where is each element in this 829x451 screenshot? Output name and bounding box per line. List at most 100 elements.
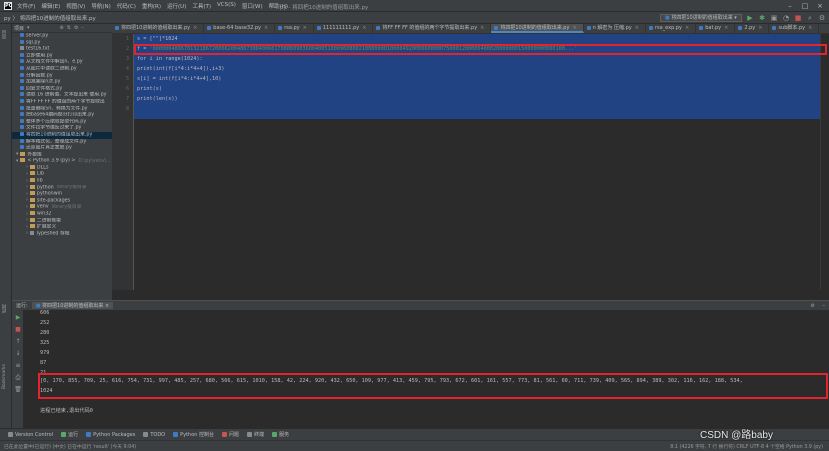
menu-item[interactable]: 重构(R) bbox=[142, 2, 161, 10]
tree-item[interactable]: server.py bbox=[12, 33, 112, 40]
tree-item[interactable]: 回复文件格式.py bbox=[12, 85, 112, 93]
tab-close-icon[interactable]: × bbox=[572, 25, 576, 31]
tree-item[interactable]: 批量删除5n、转换为文件.py bbox=[12, 105, 112, 113]
strip-bookmarks-tab[interactable]: Bookmarks bbox=[2, 364, 7, 389]
tree-item[interactable]: › Typeshed 存根 bbox=[12, 230, 112, 238]
menu-item[interactable]: VCS(S) bbox=[217, 2, 236, 10]
menu-item[interactable]: 视图(V) bbox=[66, 2, 85, 10]
tool-services[interactable]: 服务 bbox=[272, 431, 289, 438]
menu-item[interactable]: 代码(C) bbox=[117, 2, 136, 10]
tool-python-console[interactable]: Python 控制台 bbox=[173, 431, 214, 438]
tree-item[interactable]: › pythonwin bbox=[12, 191, 112, 198]
profile-icon[interactable]: ◔ bbox=[782, 14, 790, 22]
tree-expand-icon[interactable]: ▾ bbox=[16, 159, 18, 164]
scroll-up-icon[interactable]: ↑ bbox=[14, 338, 22, 346]
run-tab[interactable]: ■ 将四把10进制的值组取出来 × bbox=[31, 302, 114, 309]
tool-version-control[interactable]: Version Control bbox=[8, 431, 53, 438]
breadcrumb[interactable]: py 〉 将四把10进制的值组取出来.py bbox=[4, 14, 96, 22]
editor-tab[interactable]: 111111111.py × bbox=[314, 24, 374, 33]
menu-item[interactable]: 窗口(W) bbox=[242, 2, 263, 10]
tree-expand-icon[interactable]: › bbox=[26, 185, 28, 190]
tree-expand-icon[interactable]: › bbox=[26, 165, 28, 170]
tool-python-packages[interactable]: Python Packages bbox=[86, 431, 135, 438]
hide-icon[interactable]: – bbox=[81, 25, 84, 31]
editor-tab[interactable]: 将四把10进制的值组取出来.py × bbox=[112, 24, 205, 33]
run-config-select[interactable]: ■ 将四把10进制的值组取出来 ▾ bbox=[660, 14, 742, 22]
tree-item[interactable]: 读取 16 进制值、文本提出来 使用.py bbox=[12, 92, 112, 99]
scroll-down-icon[interactable]: ↓ bbox=[14, 350, 22, 358]
tree-item[interactable]: › Lib bbox=[12, 171, 112, 178]
tree-item[interactable]: › site-packages bbox=[12, 197, 112, 205]
tree-item[interactable]: 整体多个压缩包提取代码.py bbox=[12, 118, 112, 126]
status-info[interactable]: 8:1 (4226 字符, 7 行 换行符) CRLF UTF-8 4 个空格 … bbox=[670, 443, 823, 450]
minimize-icon[interactable]: – bbox=[785, 2, 795, 10]
tab-close-icon[interactable]: × bbox=[808, 25, 812, 31]
tree-expand-icon[interactable]: › bbox=[26, 218, 28, 223]
debug-icon[interactable]: ✱ bbox=[758, 14, 766, 22]
menu-item[interactable]: 运行(U) bbox=[167, 2, 186, 10]
tab-close-icon[interactable]: × bbox=[362, 25, 366, 31]
editor-tab[interactable]: rsa_exp.py × bbox=[646, 24, 697, 33]
tree-expand-icon[interactable]: › bbox=[26, 225, 28, 230]
tree-item[interactable]: 从文档文件中解出n、e.py bbox=[12, 59, 112, 66]
rerun-icon[interactable]: ▶ bbox=[14, 314, 22, 322]
editor-tab[interactable]: bat.py × bbox=[696, 24, 736, 33]
editor-tab[interactable]: 将四把10进制的值组取出来.py × bbox=[491, 24, 584, 33]
tree-expand-icon[interactable]: ▾ bbox=[16, 152, 18, 157]
tree-item[interactable]: › 扩展定义 bbox=[12, 224, 112, 231]
editor-tab[interactable]: 2.py × bbox=[735, 24, 770, 33]
wrap-icon[interactable]: ≡ bbox=[14, 362, 22, 370]
search-icon[interactable]: ⌕ bbox=[806, 14, 814, 22]
tab-close-icon[interactable]: × bbox=[303, 25, 307, 31]
tree-item[interactable]: 将四把10进制的值组取出来.py bbox=[12, 131, 112, 139]
run-icon[interactable]: ▶ bbox=[746, 14, 754, 22]
tab-close-icon[interactable]: × bbox=[264, 25, 268, 31]
chevron-down-icon[interactable]: ▾ bbox=[27, 25, 30, 31]
tab-close-icon[interactable]: × bbox=[480, 25, 484, 31]
tree-item[interactable]: 将FF FF FF 的值组的两个字节提取出 bbox=[12, 98, 112, 106]
tree-item[interactable]: 文件拉字节值反过来了.py bbox=[12, 125, 112, 132]
tree-expand-icon[interactable]: › bbox=[26, 192, 28, 197]
tree-item[interactable]: 从图片中读取二进制.py bbox=[12, 65, 112, 73]
stop-icon[interactable]: ■ bbox=[794, 14, 802, 22]
tree-item[interactable]: › venv library根目录 bbox=[12, 204, 112, 211]
hide-icon[interactable]: – bbox=[823, 303, 826, 309]
tree-item[interactable]: 还原图片真正宽度.py bbox=[12, 145, 112, 152]
tab-close-icon[interactable]: × bbox=[193, 25, 197, 31]
editor-tab[interactable]: sub脚本.py × bbox=[769, 24, 820, 33]
tool-terminal[interactable]: 终端 bbox=[247, 431, 264, 438]
tree-item[interactable]: sql.py bbox=[12, 39, 112, 47]
editor-tab[interactable]: n 解密为 压缩.py × bbox=[584, 24, 646, 33]
menu-item[interactable]: 文件(F) bbox=[17, 2, 35, 10]
tree-item[interactable]: › 二进制框架 bbox=[12, 217, 112, 225]
settings-gear-icon[interactable]: ⚙ bbox=[811, 303, 815, 309]
tree-item[interactable]: ▾ 外部库 bbox=[12, 151, 112, 159]
settings-gear-icon[interactable]: ⚙ bbox=[74, 25, 78, 31]
tree-item[interactable]: 分解因数.py bbox=[12, 72, 112, 80]
locate-icon[interactable]: ⊕ bbox=[60, 25, 64, 31]
tree-item[interactable]: test16.txt bbox=[12, 46, 112, 53]
close-icon[interactable]: × bbox=[815, 2, 825, 10]
tree-expand-icon[interactable]: › bbox=[26, 172, 28, 177]
editor-scrollbar[interactable] bbox=[820, 34, 829, 290]
tool-problems[interactable]: 问题 bbox=[222, 431, 239, 438]
settings-gear-icon[interactable]: ⚙ bbox=[818, 14, 826, 22]
coverage-icon[interactable]: ▣ bbox=[770, 14, 778, 22]
tree-expand-icon[interactable]: › bbox=[26, 179, 28, 184]
stop-icon[interactable]: ■ bbox=[14, 326, 22, 334]
tab-close-icon[interactable]: × bbox=[685, 25, 689, 31]
delete-icon[interactable]: 🗑 bbox=[14, 386, 22, 394]
print-icon[interactable]: ⎙ bbox=[14, 374, 22, 382]
tab-close-icon[interactable]: × bbox=[635, 25, 639, 31]
tab-close-icon[interactable]: × bbox=[724, 25, 728, 31]
tree-expand-icon[interactable]: › bbox=[26, 205, 28, 210]
tree-item[interactable]: 把base64编码部分打印出来.py bbox=[12, 112, 112, 119]
menu-item[interactable]: 工具(T) bbox=[192, 2, 211, 10]
menu-item[interactable]: 导航(N) bbox=[91, 2, 110, 10]
editor-tab[interactable]: base-64 base32.py × bbox=[204, 24, 276, 33]
menu-item[interactable]: 编辑(E) bbox=[41, 2, 60, 10]
tree-expand-icon[interactable]: › bbox=[26, 198, 28, 203]
strip-structure-tab[interactable]: 结构 bbox=[2, 304, 8, 313]
code-editor[interactable]: s = [""]*1024 f = '000000489670132186720… bbox=[134, 34, 829, 290]
tree-item[interactable]: › win32 bbox=[12, 211, 112, 218]
